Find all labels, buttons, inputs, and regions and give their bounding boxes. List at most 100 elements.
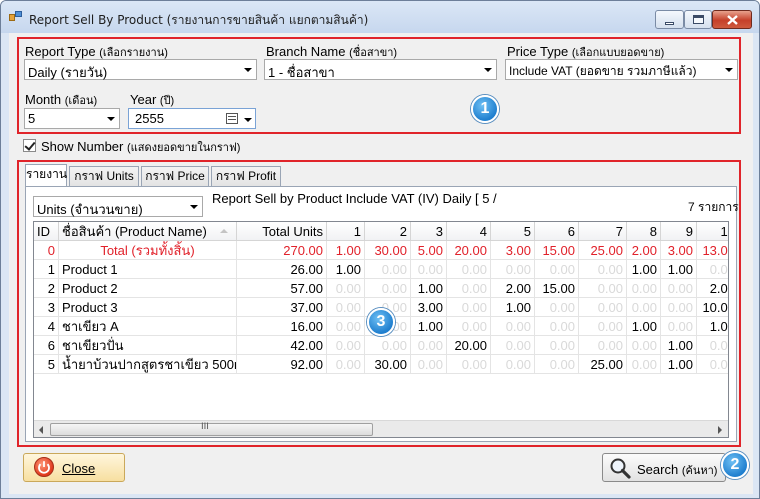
cell-text: 0.00 bbox=[597, 262, 623, 277]
cell-text: 0.00 bbox=[709, 357, 728, 372]
day-value-cell: 0.00 bbox=[627, 279, 661, 298]
search-button[interactable]: Search (ค้นหา) bbox=[602, 453, 726, 482]
id-cell: 3 bbox=[34, 298, 59, 317]
year-picker[interactable]: 2555 bbox=[128, 108, 256, 129]
column-header-id[interactable]: ID bbox=[34, 222, 59, 241]
cell-text: 0.00 bbox=[335, 319, 361, 334]
scroll-grip: III bbox=[201, 422, 209, 432]
cell-text: 2.00 bbox=[505, 281, 531, 296]
column-header-total-units[interactable]: Total Units bbox=[237, 222, 327, 241]
calendar-icon[interactable] bbox=[226, 113, 238, 124]
scroll-thumb[interactable]: III bbox=[50, 422, 373, 436]
cell-text: 0.00 bbox=[461, 262, 487, 277]
tab-units-chart[interactable]: กราฟ Units bbox=[69, 166, 139, 186]
cell-text: 5.00 bbox=[417, 243, 443, 258]
cell-text: 10.00 bbox=[702, 300, 728, 315]
day-value-cell: 3.00 bbox=[661, 241, 697, 260]
tab-price-chart[interactable]: กราฟ Price bbox=[141, 166, 209, 186]
column-header-day[interactable]: 9 bbox=[661, 222, 697, 241]
day-value-cell: 0.00 bbox=[447, 317, 491, 336]
cell-text: 2.00 bbox=[709, 281, 728, 296]
cell-text: 270.00 bbox=[283, 243, 323, 258]
minimize-icon bbox=[665, 22, 674, 25]
report-type-select[interactable]: Daily (รายวัน) bbox=[24, 59, 257, 80]
cell-text: 15.00 bbox=[542, 243, 575, 258]
column-header-day[interactable]: 1 bbox=[327, 222, 365, 241]
id-cell: 0 bbox=[34, 241, 59, 260]
tab-profit-chart[interactable]: กราฟ Profit bbox=[211, 166, 281, 186]
grid-total-row[interactable]: 0 Total (รวมทั้งสิ้น) 270.00 1.00 30.00 5.00 2… bbox=[34, 241, 728, 260]
table-row[interactable]: 1 Product 1 26.00 1.00 0.00 0.00 0.00 0.00 0.00 0… bbox=[34, 260, 728, 279]
price-type-select[interactable]: Include VAT (ยอดขาย รวมภาษีแล้ว) bbox=[505, 59, 738, 80]
search-icon bbox=[610, 458, 631, 479]
cell-text: 0.00 bbox=[505, 357, 531, 372]
cell-text: 2 bbox=[47, 281, 55, 296]
app-icon bbox=[9, 11, 23, 23]
cell-text: 0.00 bbox=[381, 281, 407, 296]
product-name-cell: น้ำยาบ้วนปากสูตรชาเขียว 500ml bbox=[59, 355, 237, 374]
table-row[interactable]: 5 น้ำยาบ้วนปากสูตรชาเขียว 500ml 92.00 0.00 3… bbox=[34, 355, 728, 374]
table-row[interactable]: 6 ชาเขียวปั่น 42.00 0.00 0.00 0.00 20.00 0.00 0.… bbox=[34, 336, 728, 355]
column-header-day[interactable]: 2 bbox=[365, 222, 411, 241]
total-units-cell: 92.00 bbox=[237, 355, 327, 374]
column-header-day[interactable]: 7 bbox=[579, 222, 627, 241]
id-cell: 1 bbox=[34, 260, 59, 279]
cell-text: 9 bbox=[685, 224, 693, 239]
cell-text: 1.00 bbox=[709, 319, 728, 334]
annotation-badge-1: 1 bbox=[471, 95, 499, 123]
column-header-day[interactable]: 10 bbox=[697, 222, 728, 241]
day-value-cell: 0.00 bbox=[411, 336, 447, 355]
column-header-day[interactable]: 8 bbox=[627, 222, 661, 241]
minimize-button[interactable] bbox=[655, 10, 684, 29]
cell-text: 0.00 bbox=[505, 319, 531, 334]
cell-text: ชาเขียว A bbox=[62, 319, 119, 334]
cell-text: 1.00 bbox=[631, 262, 657, 277]
column-header-day[interactable]: 6 bbox=[535, 222, 579, 241]
scroll-right-icon[interactable] bbox=[718, 426, 722, 434]
cell-text: 13.00 bbox=[702, 243, 728, 258]
cell-text: 1.00 bbox=[667, 262, 693, 277]
horizontal-scrollbar[interactable]: III bbox=[34, 420, 728, 437]
cell-text: 0.00 bbox=[549, 319, 575, 334]
cell-text: 0.00 bbox=[335, 338, 361, 353]
cell-text: 7 bbox=[615, 224, 623, 239]
window-close-button[interactable] bbox=[712, 10, 752, 29]
show-number-label[interactable]: Show Number (แสดงยอดขายในกราฟ) bbox=[41, 138, 240, 156]
column-header-product-name[interactable]: ชื่อสินค้า (Product Name) bbox=[59, 222, 237, 241]
units-select[interactable]: Units (จำนวนขาย) bbox=[33, 196, 203, 217]
cell-text: 0.00 bbox=[709, 262, 728, 277]
day-value-cell: 0.00 bbox=[447, 260, 491, 279]
day-value-cell: 0.00 bbox=[411, 260, 447, 279]
scroll-left-icon[interactable] bbox=[39, 426, 43, 434]
column-header-day[interactable]: 4 bbox=[447, 222, 491, 241]
cell-text: 1.00 bbox=[417, 319, 443, 334]
chevron-down-icon bbox=[484, 68, 492, 72]
title-bar[interactable]: Report Sell By Product (รายงานการขายสินค… bbox=[1, 1, 759, 33]
close-button[interactable]: Close bbox=[23, 453, 125, 482]
column-header-day[interactable]: 5 bbox=[491, 222, 535, 241]
column-header-day[interactable]: 3 bbox=[411, 222, 447, 241]
cell-text: 0.00 bbox=[631, 300, 657, 315]
cell-text: 0.00 bbox=[631, 357, 657, 372]
show-number-checkbox[interactable] bbox=[23, 139, 36, 152]
maximize-button[interactable] bbox=[684, 10, 712, 29]
id-cell: 5 bbox=[34, 355, 59, 374]
cell-text: 1.00 bbox=[631, 319, 657, 334]
cell-text: ชาเขียวปั่น bbox=[62, 338, 124, 353]
cell-text: 6 bbox=[567, 224, 575, 239]
day-value-cell: 1.00 bbox=[697, 317, 728, 336]
day-value-cell: 3.00 bbox=[491, 241, 535, 260]
total-units-cell: 42.00 bbox=[237, 336, 327, 355]
day-value-cell: 1.00 bbox=[661, 355, 697, 374]
table-row[interactable]: 2 Product 2 57.00 0.00 0.00 1.00 0.00 2.00 15.00… bbox=[34, 279, 728, 298]
cell-text: 1.00 bbox=[667, 338, 693, 353]
product-name-cell: ชาเขียว A bbox=[59, 317, 237, 336]
tab-report[interactable]: รายงาน bbox=[25, 164, 67, 186]
day-value-cell: 20.00 bbox=[447, 241, 491, 260]
month-select[interactable]: 5 bbox=[24, 108, 120, 129]
day-value-cell: 0.00 bbox=[627, 298, 661, 317]
record-count: 7 รายการ bbox=[688, 200, 739, 214]
cell-text: 0.00 bbox=[335, 300, 361, 315]
day-value-cell: 2.00 bbox=[697, 279, 728, 298]
branch-name-select[interactable]: 1 - ชื่อสาขา bbox=[264, 59, 497, 80]
